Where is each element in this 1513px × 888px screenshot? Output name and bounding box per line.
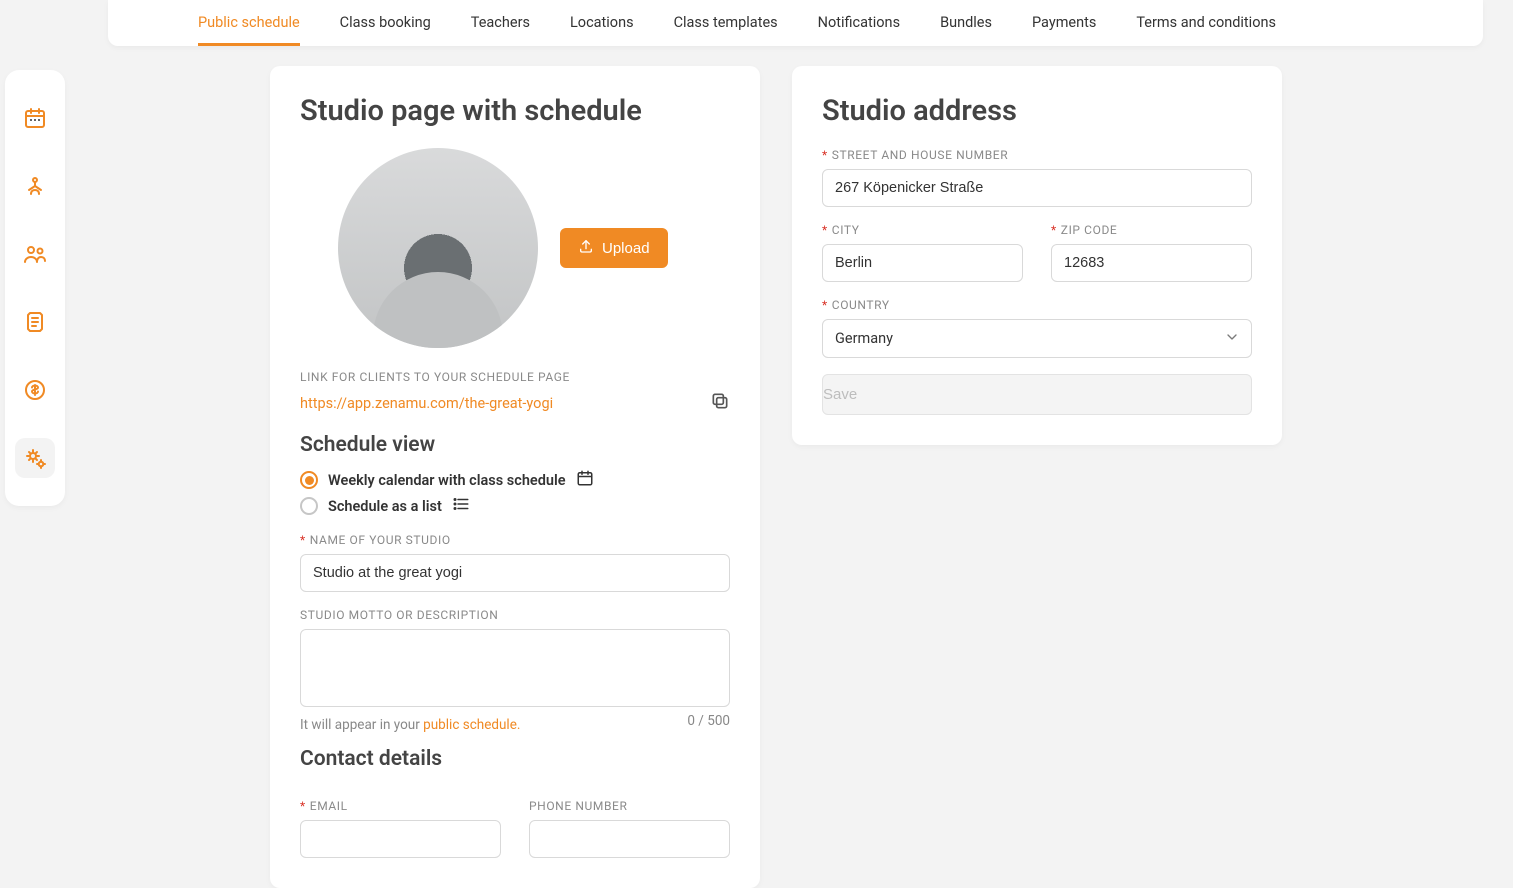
upload-button[interactable]: Upload	[560, 228, 668, 268]
nav-notes[interactable]	[15, 302, 55, 342]
upload-icon	[578, 238, 594, 258]
studio-avatar	[338, 148, 538, 348]
view-weekly-option[interactable]: Weekly calendar with class schedule	[300, 469, 730, 491]
link-label: LINK FOR CLIENTS TO YOUR SCHEDULE PAGE	[300, 370, 730, 384]
country-label: *COUNTRY	[822, 298, 1252, 312]
tab-terms[interactable]: Terms and conditions	[1136, 0, 1276, 46]
content-area: Studio page with schedule Upload LINK FO…	[270, 66, 1483, 871]
city-input[interactable]	[822, 244, 1023, 282]
city-label: *CITY	[822, 223, 1023, 237]
motto-textarea[interactable]	[300, 629, 730, 707]
motto-label: STUDIO MOTTO OR DESCRIPTION	[300, 608, 730, 622]
tabs-bar: Public schedule Class booking Teachers L…	[108, 0, 1483, 46]
tab-bundles[interactable]: Bundles	[940, 0, 992, 46]
address-title: Studio address	[822, 94, 1252, 128]
nav-calendar[interactable]	[15, 98, 55, 138]
nav-settings[interactable]	[15, 438, 55, 478]
upload-button-label: Upload	[602, 240, 650, 257]
tab-class-templates[interactable]: Class templates	[674, 0, 778, 46]
tab-class-booking[interactable]: Class booking	[340, 0, 431, 46]
schedule-link[interactable]: https://app.zenamu.com/the-great-yogi	[300, 395, 553, 412]
zip-label: *ZIP CODE	[1051, 223, 1252, 237]
studio-page-title: Studio page with schedule	[300, 94, 730, 128]
sidebar	[0, 0, 70, 871]
tab-payments[interactable]: Payments	[1032, 0, 1096, 46]
nav-people[interactable]	[15, 234, 55, 274]
contact-title: Contact details	[300, 747, 730, 771]
radio-on-icon	[300, 471, 318, 489]
view-weekly-label: Weekly calendar with class schedule	[328, 472, 566, 489]
studio-name-input[interactable]	[300, 554, 730, 592]
calendar-icon	[576, 469, 594, 491]
public-schedule-link[interactable]: public schedule.	[423, 717, 520, 733]
country-select[interactable]: Germany	[822, 319, 1252, 358]
phone-input[interactable]	[529, 820, 730, 858]
phone-label: PHONE NUMBER	[529, 799, 730, 813]
street-input[interactable]	[822, 169, 1252, 207]
email-label: *EMAIL	[300, 799, 501, 813]
studio-page-card: Studio page with schedule Upload LINK FO…	[270, 66, 760, 888]
tab-teachers[interactable]: Teachers	[471, 0, 530, 46]
list-icon	[452, 495, 470, 517]
nav-classes[interactable]	[15, 166, 55, 206]
tab-public-schedule[interactable]: Public schedule	[198, 0, 300, 46]
nav-billing[interactable]	[15, 370, 55, 410]
studio-name-label: *NAME OF YOUR STUDIO	[300, 533, 730, 547]
view-list-option[interactable]: Schedule as a list	[300, 495, 730, 517]
studio-address-card: Studio address *STREET AND HOUSE NUMBER …	[792, 66, 1282, 445]
radio-off-icon	[300, 497, 318, 515]
schedule-view-title: Schedule view	[300, 433, 730, 457]
tab-locations[interactable]: Locations	[570, 0, 634, 46]
street-label: *STREET AND HOUSE NUMBER	[822, 148, 1252, 162]
tab-notifications[interactable]: Notifications	[818, 0, 900, 46]
email-input[interactable]	[300, 820, 501, 858]
zip-input[interactable]	[1051, 244, 1252, 282]
copy-icon[interactable]	[710, 391, 730, 415]
save-button[interactable]: Save	[822, 374, 1252, 415]
sidebar-card	[5, 70, 65, 506]
view-list-label: Schedule as a list	[328, 498, 442, 515]
